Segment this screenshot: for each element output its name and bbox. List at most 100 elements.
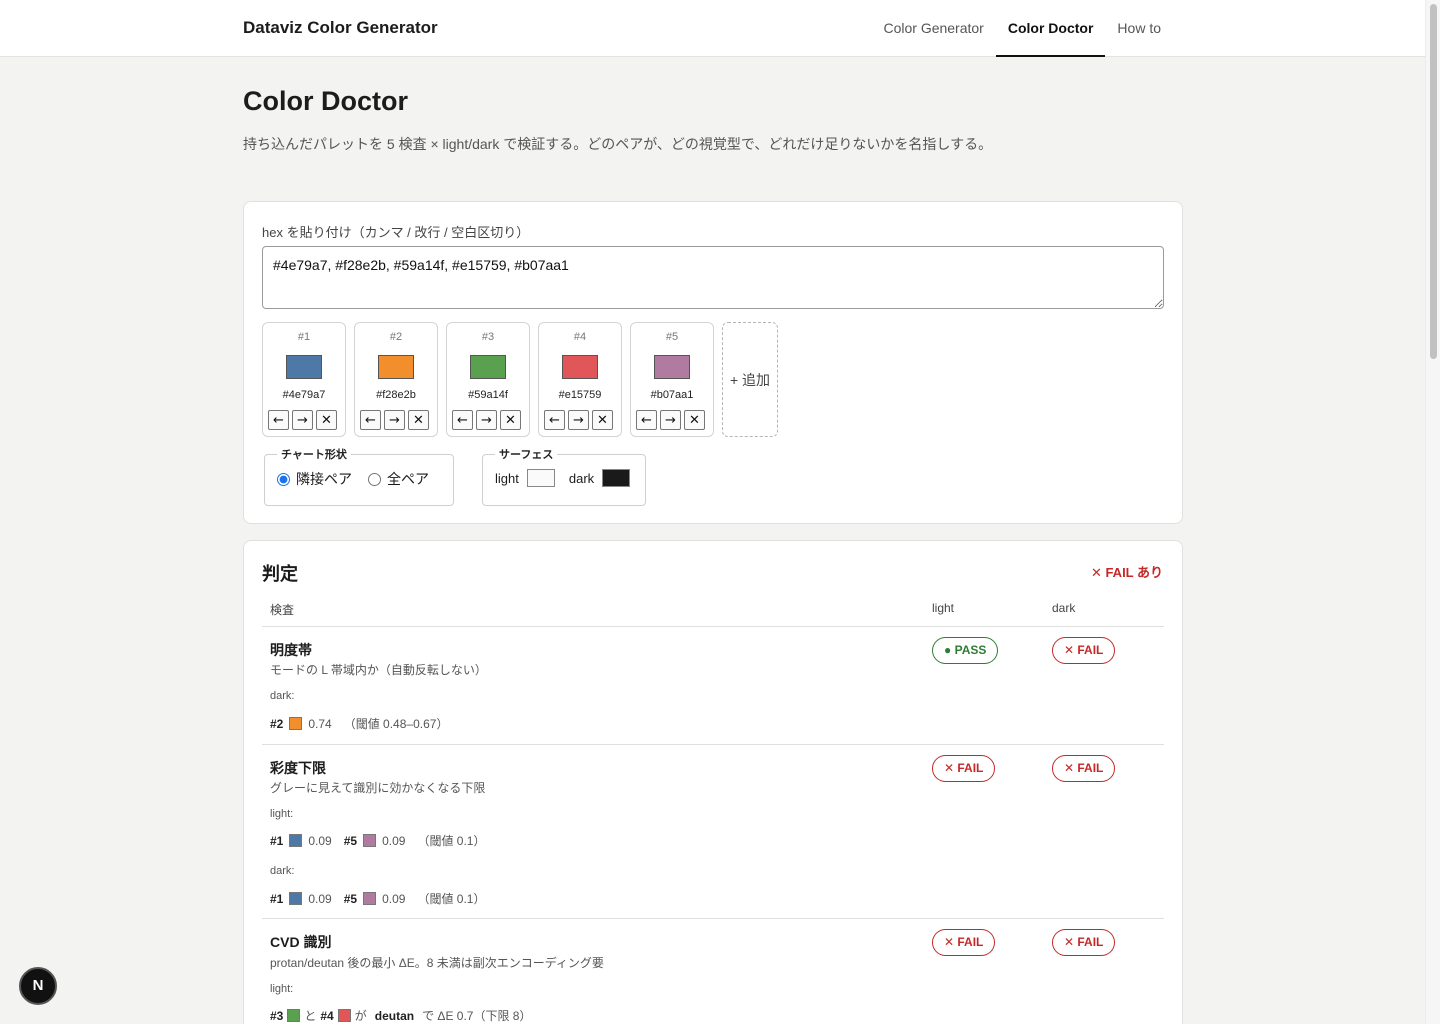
swatch-index: #4: [573, 331, 587, 343]
swatch-index: #2: [389, 331, 403, 343]
swatch-card: #5 #b07aa1 ← → ✕: [630, 322, 714, 437]
check-title-cvd: CVD 識別: [270, 934, 332, 950]
chart-shape-legend: チャート形状: [281, 449, 347, 461]
move-right-button[interactable]: →: [292, 410, 313, 430]
detail-line: #3 と #4 が deutan で ΔE 0.7（下限 8）: [270, 1007, 531, 1024]
swatch-hex: #e15759: [558, 389, 602, 401]
detail-mode-label: light:: [270, 808, 294, 820]
column-header-light: light: [932, 601, 955, 615]
color-chip: [287, 1009, 301, 1022]
surface-light-label: light: [495, 470, 519, 486]
move-right-button[interactable]: →: [660, 410, 681, 430]
color-index: #1: [270, 833, 284, 848]
radio-all-input[interactable]: [368, 472, 381, 486]
radio-all-pairs[interactable]: 全ペア: [368, 469, 429, 489]
metric-value: 0.74: [308, 716, 332, 731]
move-right-button[interactable]: →: [476, 410, 497, 430]
remove-button[interactable]: ✕: [500, 410, 521, 430]
overall-fail-badge: ✕ FAIL あり: [1090, 565, 1163, 580]
move-left-button[interactable]: ←: [268, 410, 289, 430]
main-nav: Color Generator Color Doctor How to: [871, 0, 1173, 57]
move-left-button[interactable]: ←: [636, 410, 657, 430]
color-chip: [289, 834, 303, 847]
swatch-hex: #f28e2b: [376, 389, 416, 401]
swatch-index: #5: [665, 331, 679, 343]
metric-value: 0.09: [382, 833, 406, 848]
nav-color-doctor[interactable]: Color Doctor: [995, 0, 1106, 57]
swatch-list: #1 #4e79a7 ← → ✕ #2 #f28e2b ← → ✕ #3 #59…: [262, 322, 778, 437]
swatch-color-chip[interactable]: [286, 355, 322, 379]
table-divider: [262, 918, 1164, 919]
move-left-button[interactable]: ←: [452, 410, 473, 430]
detail-line: #1 0.09 #5 0.09 （閾値 0.1）: [270, 832, 485, 849]
detail-mode-label: light:: [270, 983, 294, 995]
swatch-hex: #b07aa1: [650, 389, 694, 401]
surface-fieldset: サーフェス light dark: [482, 446, 646, 506]
pair-particle: が: [354, 1009, 367, 1023]
palette-input-card: hex を貼り付け（カンマ / 改行 / 空白区切り） #4e79a7, #f2…: [243, 201, 1183, 524]
table-divider: [262, 744, 1164, 745]
page-title: Color Doctor: [243, 86, 408, 116]
radio-adjacent-label: 隣接ペア: [296, 471, 352, 487]
swatch-card: #2 #f28e2b ← → ✕: [354, 322, 438, 437]
remove-button[interactable]: ✕: [592, 410, 613, 430]
check-subtitle-saturation: グレーに見えて識別に効かなくなる下限: [270, 781, 486, 795]
hex-input[interactable]: #4e79a7, #f28e2b, #59a14f, #e15759, #b07…: [262, 246, 1164, 309]
swatch-index: #1: [297, 331, 311, 343]
color-index: #2: [270, 716, 284, 731]
swatch-hex: #59a14f: [468, 389, 508, 401]
color-index: #1: [270, 891, 284, 906]
top-nav-bar: Dataviz Color Generator Color Generator …: [0, 0, 1425, 57]
scrollbar-thumb[interactable]: [1430, 4, 1437, 359]
column-header-dark: dark: [1052, 601, 1076, 615]
detail-line: #2 0.74 （閾値 0.48–0.67）: [270, 715, 448, 732]
nav-how-to[interactable]: How to: [1105, 0, 1173, 57]
check-title-saturation: 彩度下限: [270, 760, 326, 776]
pair-connector: と: [304, 1009, 317, 1023]
page-scrollbar[interactable]: [1425, 0, 1440, 1024]
brand-title[interactable]: Dataviz Color Generator: [243, 18, 438, 38]
cvd-type: deutan: [374, 1008, 415, 1023]
radio-all-label: 全ペア: [387, 471, 429, 487]
move-right-button[interactable]: →: [384, 410, 405, 430]
swatch-hex: #4e79a7: [282, 389, 326, 401]
swatch-color-chip[interactable]: [470, 355, 506, 379]
add-color-button[interactable]: + 追加: [722, 322, 778, 437]
column-header-check: 検査: [270, 603, 295, 617]
remove-button[interactable]: ✕: [684, 410, 705, 430]
status-badge: ● PASS: [932, 637, 999, 664]
move-right-button[interactable]: →: [568, 410, 589, 430]
move-left-button[interactable]: ←: [360, 410, 381, 430]
swatch-color-chip[interactable]: [654, 355, 690, 379]
metric-value: 0.09: [308, 833, 332, 848]
table-divider: [262, 626, 1164, 627]
status-badge: ✕ FAIL: [1052, 755, 1116, 782]
delta-e-text: で ΔE 0.7（下限 8）: [422, 1009, 532, 1023]
color-index: #4: [320, 1008, 334, 1023]
swatch-color-chip[interactable]: [562, 355, 598, 379]
result-card: 判定 ✕ FAIL あり 検査 light dark 明度帯 モードの L 帯域…: [243, 540, 1183, 1024]
nextjs-dev-badge[interactable]: N: [19, 967, 57, 1005]
check-subtitle-lightness: モードの L 帯域内か（自動反転しない）: [270, 663, 487, 677]
status-badge: ✕ FAIL: [1052, 929, 1116, 956]
surface-light-color-picker[interactable]: [526, 469, 555, 487]
radio-adjacent-pairs[interactable]: 隣接ペア: [277, 469, 352, 489]
surface-dark-color-picker[interactable]: [602, 469, 631, 487]
color-chip: [363, 892, 377, 905]
check-subtitle-cvd: protan/deutan 後の最小 ΔE。8 未満は副次エンコーディング要: [270, 956, 604, 970]
remove-button[interactable]: ✕: [316, 410, 337, 430]
status-badge: ✕ FAIL: [932, 755, 996, 782]
swatch-color-chip[interactable]: [378, 355, 414, 379]
radio-adjacent-input[interactable]: [277, 472, 290, 486]
color-chip: [337, 1009, 351, 1022]
detail-line: #1 0.09 #5 0.09 （閾値 0.1）: [270, 890, 485, 907]
color-chip: [363, 834, 377, 847]
surface-legend: サーフェス: [499, 449, 554, 461]
remove-button[interactable]: ✕: [408, 410, 429, 430]
color-index: #5: [343, 833, 358, 848]
metric-value: 0.09: [382, 891, 406, 906]
status-badge: ✕ FAIL: [1052, 637, 1116, 664]
move-left-button[interactable]: ←: [544, 410, 565, 430]
nav-color-generator[interactable]: Color Generator: [871, 0, 995, 57]
threshold-text: （閾値 0.1）: [417, 834, 486, 848]
